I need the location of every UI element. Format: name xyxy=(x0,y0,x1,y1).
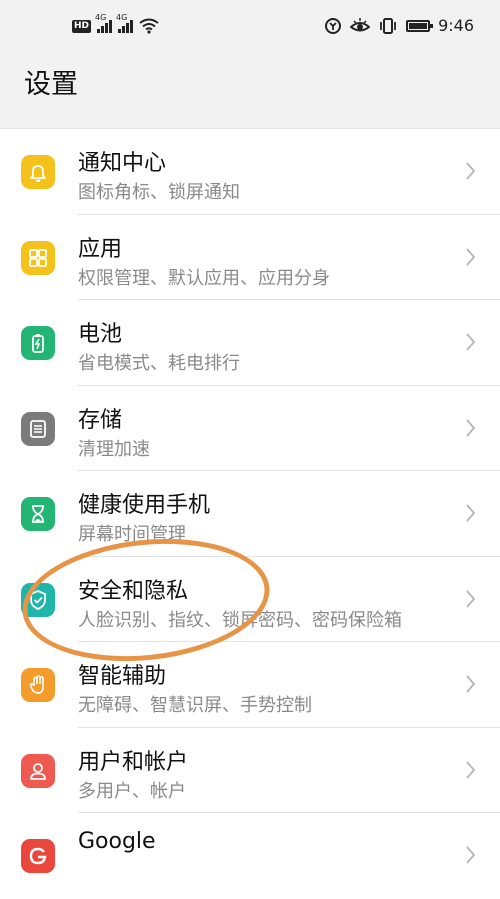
storage-icon xyxy=(21,411,55,446)
battery-icon xyxy=(406,19,434,32)
settings-item-title: 健康使用手机 xyxy=(78,493,211,518)
hd-voice-icon: HD xyxy=(72,19,92,33)
wifi-icon xyxy=(139,18,159,34)
page-title: 设置 xyxy=(24,69,78,100)
settings-item-subtitle: 多用户、帐户 xyxy=(78,780,186,802)
chevron-right-icon xyxy=(466,247,476,266)
settings-item-security-privacy[interactable]: 安全和隐私 人脸识别、指纹、锁屏密码、密码保险箱 xyxy=(0,557,500,642)
status-bar: HD 4G 4G 9:46 xyxy=(0,0,500,58)
battery-icon xyxy=(21,326,55,360)
chevron-right-icon xyxy=(466,333,476,351)
settings-item-apps[interactable]: 应用 权限管理、默认应用、应用分身 xyxy=(0,215,500,300)
status-right-icons: 9:46 xyxy=(324,16,474,35)
apps-icon xyxy=(21,240,55,275)
hourglass-icon xyxy=(21,497,55,531)
shield-icon xyxy=(21,582,55,617)
settings-item-battery[interactable]: 电池 省电模式、耗电排行 xyxy=(0,300,500,386)
signal-icon: 4G xyxy=(116,13,134,33)
settings-item-subtitle: 图标角标、锁屏通知 xyxy=(78,182,240,203)
chevron-right-icon xyxy=(466,162,476,180)
bell-icon xyxy=(21,155,55,189)
settings-item-storage[interactable]: 存储 清理加速 xyxy=(0,386,500,471)
signal-icon: 4G xyxy=(95,13,113,33)
settings-item-subtitle: 人脸识别、指纹、锁屏密码、密码保险箱 xyxy=(78,609,402,631)
eye-icon xyxy=(350,17,371,31)
chevron-right-icon xyxy=(466,504,476,522)
settings-item-users-accounts[interactable]: 用户和帐户 多用户、帐户 xyxy=(0,728,500,813)
settings-item-subtitle: 省电模式、耗电排行 xyxy=(78,353,240,374)
chevron-right-icon xyxy=(466,846,476,864)
settings-item-subtitle: 权限管理、默认应用、应用分身 xyxy=(78,267,330,289)
settings-item-subtitle: 无障碍、智慧识屏、手势控制 xyxy=(78,695,312,716)
settings-item-title: 通知中心 xyxy=(78,151,167,176)
settings-list: 通知中心 图标角标、锁屏通知 应用 权限管理、默认应用、应用分身 电池 省电模式… xyxy=(0,128,500,899)
chevron-right-icon xyxy=(466,418,476,437)
settings-item-notification-center[interactable]: 通知中心 图标角标、锁屏通知 xyxy=(0,129,500,215)
settings-item-title: Google xyxy=(78,829,156,854)
settings-item-title: 用户和帐户 xyxy=(78,749,189,775)
vibrate-icon xyxy=(380,17,396,34)
chevron-right-icon xyxy=(466,675,476,693)
user-icon xyxy=(21,753,55,788)
app-notification-icon xyxy=(325,17,342,34)
hand-icon xyxy=(21,668,55,702)
settings-item-title: 安全和隐私 xyxy=(78,578,189,604)
chevron-right-icon xyxy=(466,760,476,779)
status-left-icons: HD 4G 4G xyxy=(72,13,159,34)
settings-item-title: 存储 xyxy=(78,407,123,433)
settings-item-digital-balance[interactable]: 健康使用手机 屏幕时间管理 xyxy=(0,471,500,557)
settings-item-subtitle: 屏幕时间管理 xyxy=(78,524,186,545)
settings-item-title: 智能辅助 xyxy=(78,664,167,689)
google-icon xyxy=(21,839,55,873)
status-time: 9:46 xyxy=(438,16,474,35)
chevron-right-icon xyxy=(466,589,476,608)
settings-item-smart-assistance[interactable]: 智能辅助 无障碍、智慧识屏、手势控制 xyxy=(0,642,500,728)
settings-item-title: 电池 xyxy=(78,322,123,347)
settings-item-subtitle: 清理加速 xyxy=(78,438,150,460)
settings-item-title: 应用 xyxy=(78,236,123,262)
